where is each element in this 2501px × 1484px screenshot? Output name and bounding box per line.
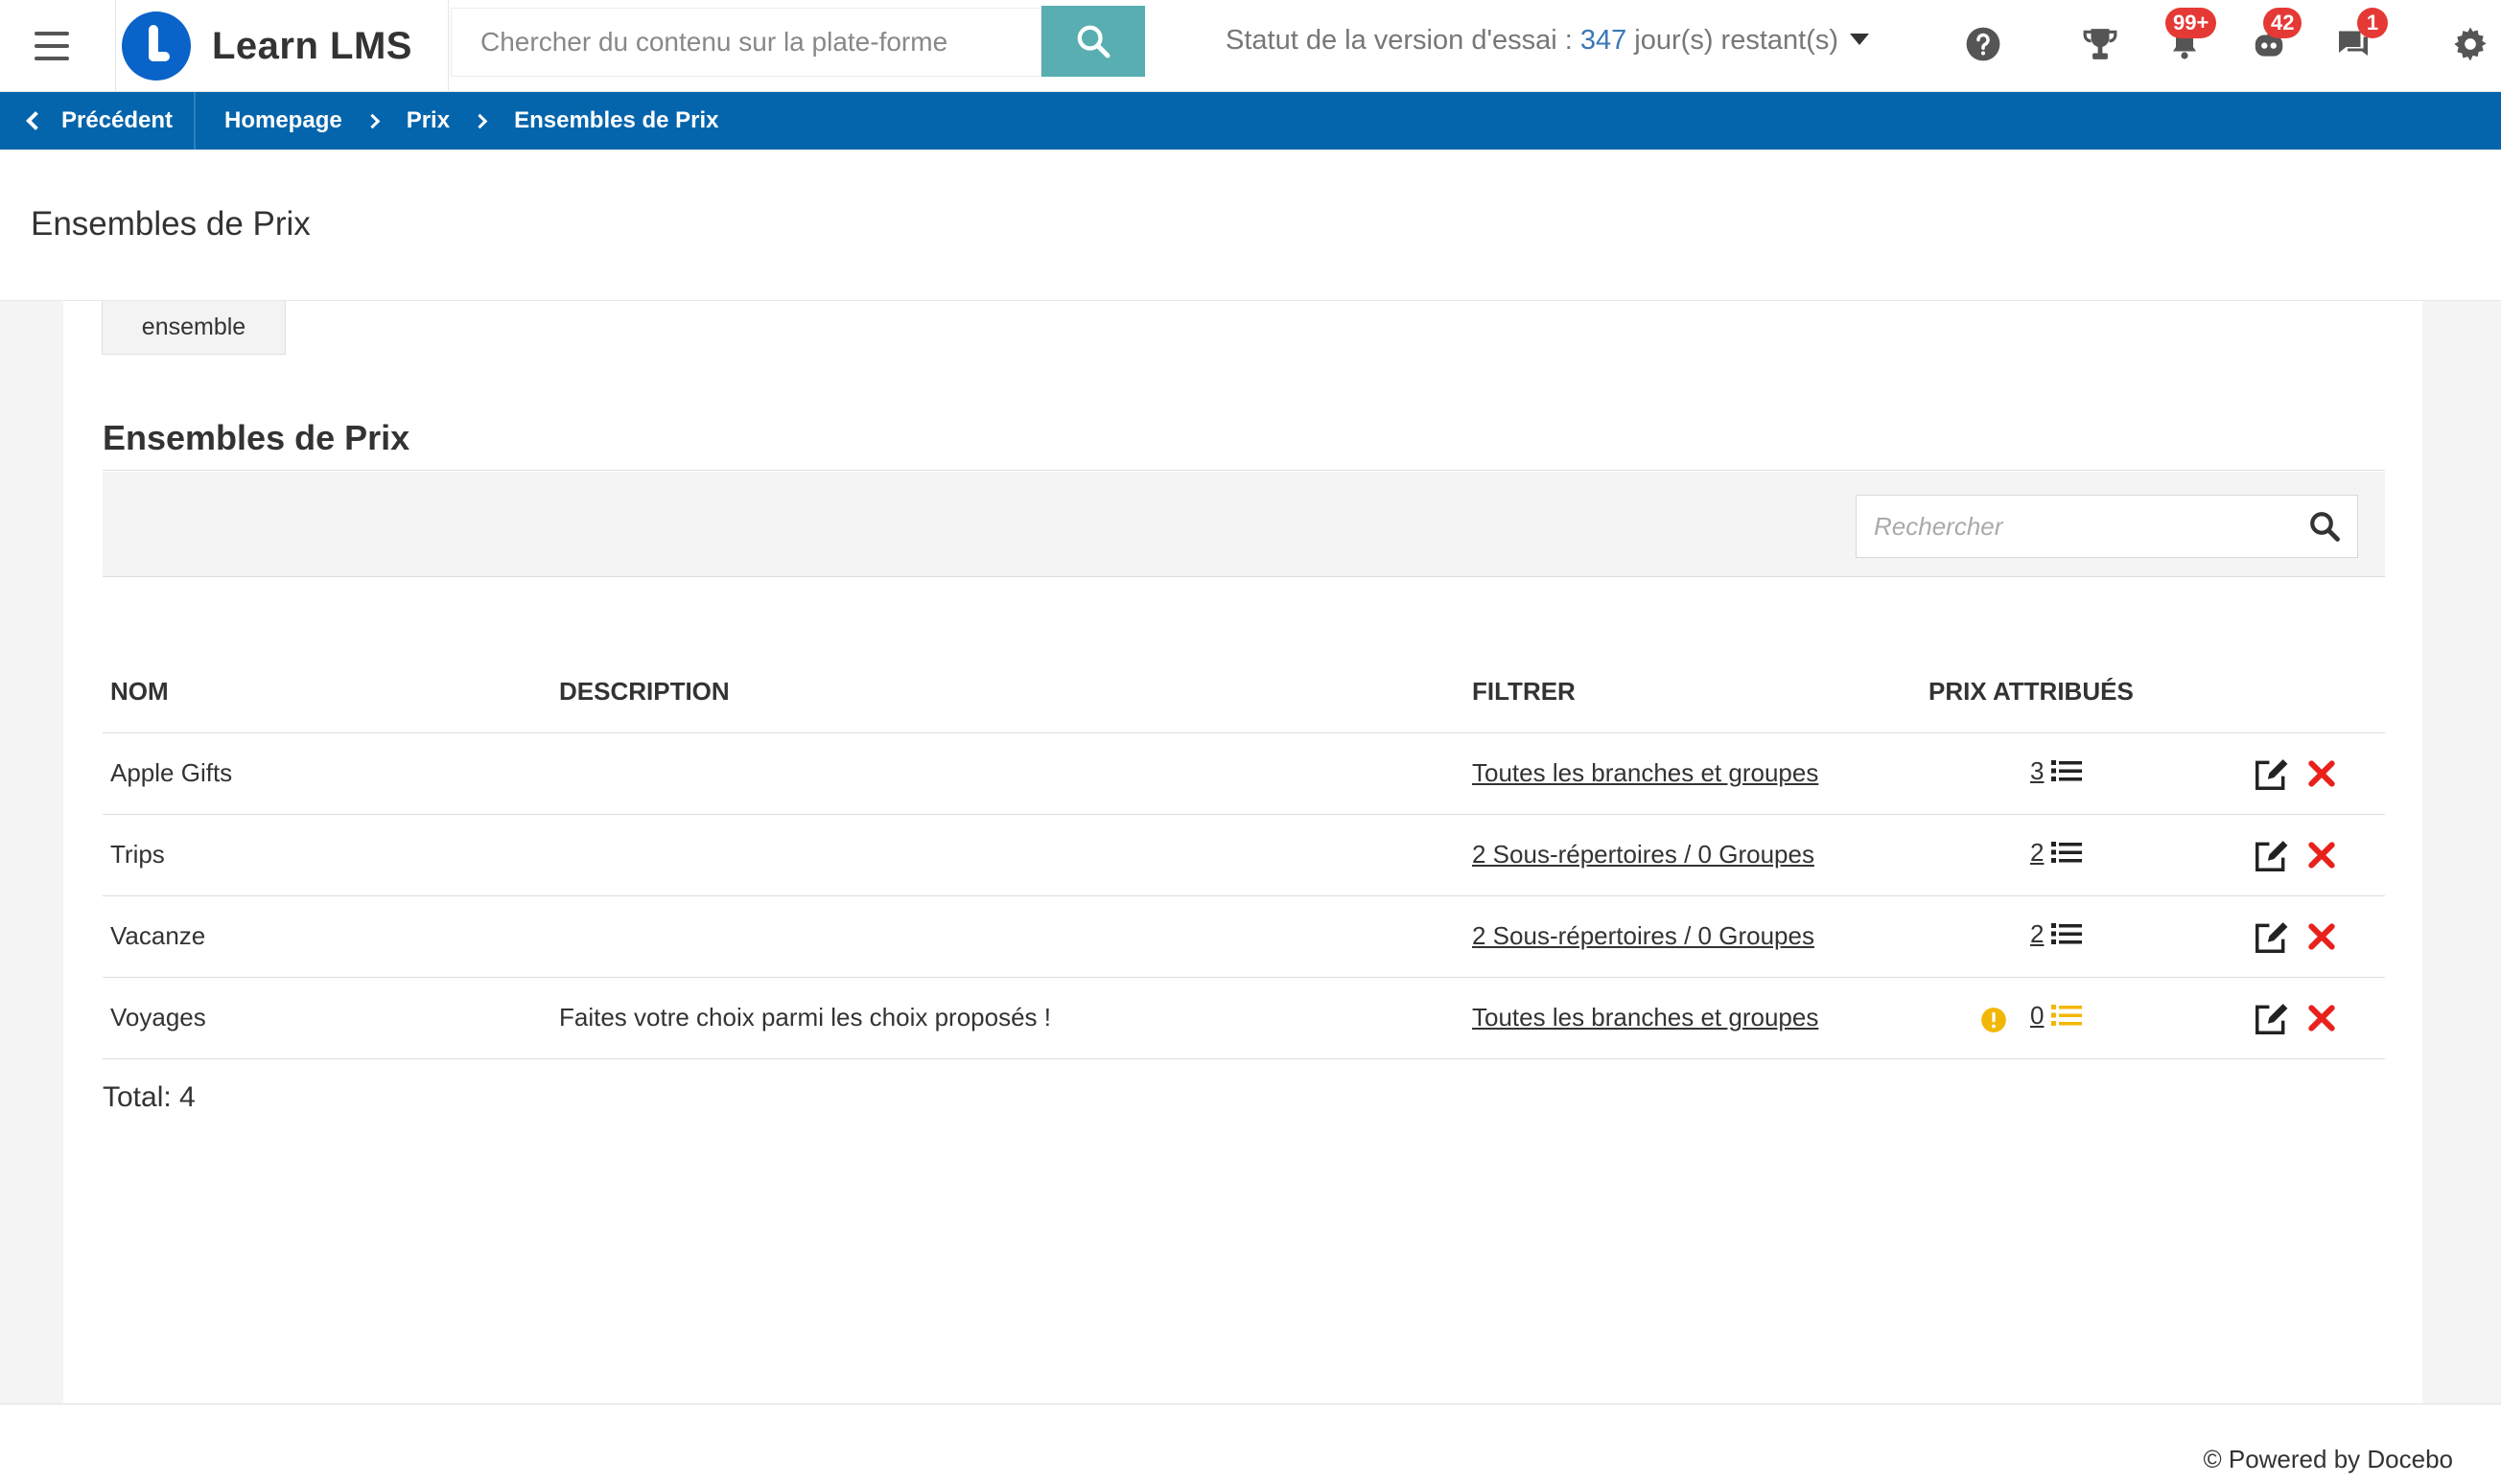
filter-link[interactable]: 2 Sous-répertoires / 0 Groupes: [1472, 840, 1814, 869]
edit-icon[interactable]: [2253, 1001, 2289, 1037]
filter-link[interactable]: Toutes les branches et groupes: [1472, 1003, 1818, 1032]
warning-icon: [1981, 1007, 2006, 1032]
row-description: [551, 895, 1464, 978]
row-prize-count: 2: [1921, 814, 2228, 896]
delete-icon[interactable]: [2306, 758, 2337, 789]
row-actions: [2228, 814, 2385, 896]
row-description: [551, 814, 1464, 896]
chevron-right-icon: [472, 113, 488, 128]
table-search-input[interactable]: [1874, 511, 2277, 542]
global-search-input[interactable]: [480, 27, 1040, 58]
column-header-actions: [2228, 652, 2385, 733]
gear-icon[interactable]: [2447, 21, 2493, 67]
notifications[interactable]: 99+: [2162, 8, 2217, 67]
footer: © Powered by Docebo: [0, 1403, 2501, 1484]
row-description: Faites votre choix parmi les choix propo…: [551, 977, 1464, 1059]
breadcrumb-item-current: Ensembles de Prix: [514, 107, 719, 133]
global-search-button[interactable]: [1041, 6, 1145, 77]
table-row: Vacanze 2 Sous-répertoires / 0 Groupes 2: [103, 895, 2385, 978]
trial-prefix: Statut de la version d'essai :: [1226, 25, 1580, 56]
row-prize-count: 3: [1921, 732, 2228, 815]
trial-days: 347: [1579, 25, 1627, 56]
edit-icon[interactable]: [2253, 919, 2289, 956]
search-icon: [1077, 25, 1110, 58]
table-row: Apple Gifts Toutes les branches et group…: [103, 732, 2385, 815]
notifications-badge: 99+: [2165, 8, 2217, 38]
prize-count-link[interactable]: 2: [2030, 838, 2044, 868]
search-icon[interactable]: [2307, 509, 2342, 548]
bot[interactable]: 42: [2246, 8, 2302, 67]
table-header-row: NOM DESCRIPTION FILTRER PRIX ATTRIBUÉS: [103, 652, 2385, 733]
back-label: Précédent: [61, 107, 174, 133]
page-header: Ensembles de Prix: [0, 150, 2501, 301]
section-title: Ensembles de Prix: [103, 418, 410, 457]
messages[interactable]: 1: [2330, 8, 2388, 67]
chevron-left-icon: [26, 111, 45, 130]
content-card: ensemble Ensembles de Prix NOM DESCRIPTI…: [63, 301, 2422, 1403]
bot-badge: 42: [2263, 8, 2302, 38]
caret-down-icon: [1850, 34, 1870, 46]
breadcrumb-bar: Précédent Homepage Prix Ensembles de Pri…: [0, 92, 2501, 150]
row-name: Voyages: [103, 977, 551, 1059]
row-prize-count: 2: [1921, 895, 2228, 978]
column-header-nom[interactable]: NOM: [103, 652, 551, 733]
row-actions: [2228, 732, 2385, 815]
prize-sets-table: NOM DESCRIPTION FILTRER PRIX ATTRIBUÉS A…: [103, 652, 2385, 1059]
breadcrumb-item-homepage[interactable]: Homepage: [224, 107, 342, 134]
delete-icon[interactable]: [2306, 921, 2337, 952]
top-bar: Learn LMS Statut de la version d'essai :…: [0, 0, 2501, 92]
column-header-prix-attribues[interactable]: PRIX ATTRIBUÉS: [1921, 652, 2228, 733]
breadcrumb-item-prix[interactable]: Prix: [407, 107, 450, 134]
trial-status[interactable]: Statut de la version d'essai : 347 jour(…: [1226, 25, 1870, 57]
total-count: Total: 4: [103, 1081, 196, 1113]
list-icon[interactable]: [2051, 1003, 2083, 1028]
brand-logo[interactable]: Learn LMS: [115, 0, 449, 92]
global-search: [451, 8, 1041, 77]
filter-link[interactable]: Toutes les branches et groupes: [1472, 758, 1818, 787]
row-actions: [2228, 977, 2385, 1059]
list-icon[interactable]: [2051, 758, 2083, 783]
messages-badge: 1: [2357, 8, 2388, 38]
row-prize-count: 0: [1921, 977, 2228, 1059]
table-search: [1856, 495, 2358, 558]
filter-link[interactable]: 2 Sous-répertoires / 0 Groupes: [1472, 921, 1814, 950]
edit-icon[interactable]: [2253, 838, 2289, 874]
list-icon[interactable]: [2051, 921, 2083, 946]
trophy-icon[interactable]: [2077, 21, 2123, 67]
table-row: Trips 2 Sous-répertoires / 0 Groupes 2: [103, 814, 2385, 896]
row-filter: Toutes les branches et groupes: [1464, 732, 1921, 815]
list-icon[interactable]: [2051, 840, 2083, 865]
delete-icon[interactable]: [2306, 1003, 2337, 1033]
row-name: Trips: [103, 814, 551, 896]
row-name: Vacanze: [103, 895, 551, 978]
trial-suffix: jour(s) restant(s): [1626, 25, 1839, 56]
column-header-description[interactable]: DESCRIPTION: [551, 652, 1464, 733]
row-filter: 2 Sous-répertoires / 0 Groupes: [1464, 895, 1921, 978]
page-title: Ensembles de Prix: [31, 205, 311, 243]
row-filter: 2 Sous-répertoires / 0 Groupes: [1464, 814, 1921, 896]
back-button[interactable]: Précédent: [0, 92, 196, 150]
prize-count-link[interactable]: 2: [2030, 919, 2044, 949]
row-name: Apple Gifts: [103, 732, 551, 815]
row-filter: Toutes les branches et groupes: [1464, 977, 1921, 1059]
powered-by: © Powered by Docebo: [2203, 1445, 2453, 1473]
row-actions: [2228, 895, 2385, 978]
row-description: [551, 732, 1464, 815]
chevron-right-icon: [364, 113, 380, 128]
edit-icon[interactable]: [2253, 756, 2289, 793]
help-icon[interactable]: [1960, 21, 2006, 67]
column-header-filtrer[interactable]: FILTRER: [1464, 652, 1921, 733]
divider: [103, 470, 2385, 471]
prize-count-link[interactable]: 0: [2030, 1001, 2044, 1031]
brand-name: Learn LMS: [212, 24, 412, 67]
table-row: Voyages Faites votre choix parmi les cho…: [103, 977, 2385, 1059]
menu-icon[interactable]: [29, 27, 75, 65]
breadcrumb: Homepage Prix Ensembles de Prix: [224, 92, 719, 150]
filter-bar: [103, 472, 2385, 577]
logo-mark: [122, 12, 191, 81]
tab-ensemble[interactable]: ensemble: [102, 301, 286, 355]
prize-count-link[interactable]: 3: [2030, 756, 2044, 786]
delete-icon[interactable]: [2306, 840, 2337, 870]
